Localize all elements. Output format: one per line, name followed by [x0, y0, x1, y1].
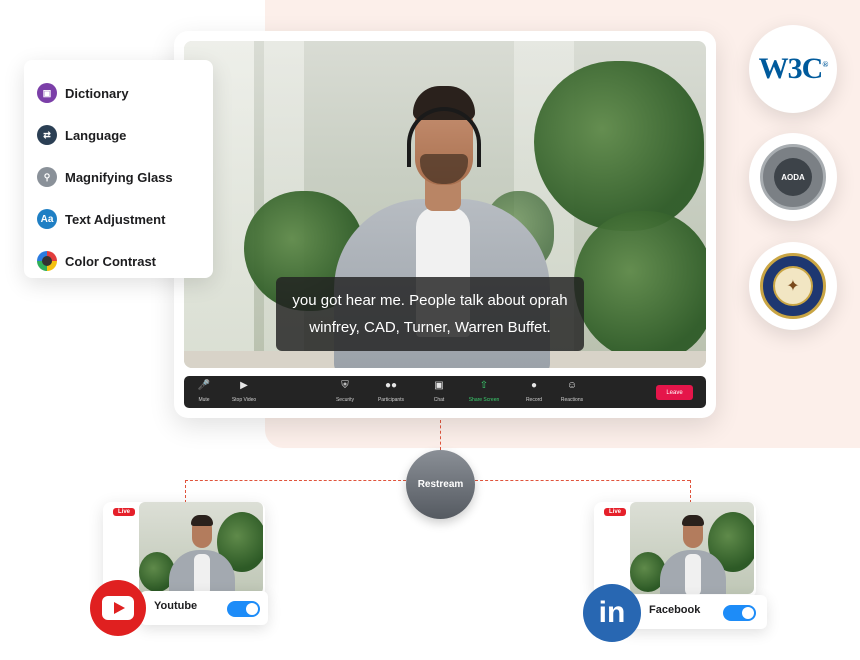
participants-label: Participants — [377, 397, 405, 403]
w3c-badge: W3C® — [749, 25, 837, 113]
video-meeting-window: you got hear me. People talk about oprah… — [174, 31, 716, 418]
shield-icon: ⛨ — [341, 380, 349, 391]
youtube-icon — [90, 580, 146, 636]
security-label: Security — [335, 397, 355, 403]
smiley-icon: ☺ — [566, 380, 578, 391]
live-badge: Live — [113, 508, 136, 516]
connector-line — [185, 480, 186, 503]
camera-icon: ▶ — [240, 380, 248, 391]
menu-item-label: Text Adjustment — [65, 211, 166, 227]
youtube-control-bar: Youtube — [140, 591, 268, 625]
speaker-hair — [191, 515, 213, 526]
stream-thumbnail — [139, 502, 263, 594]
connector-line — [440, 420, 441, 450]
caption-line: winfrey, CAD, Turner, Warren Buffet. — [309, 319, 551, 336]
participants-icon: ●● — [384, 380, 398, 391]
mute-button[interactable]: 🎤 Mute — [184, 380, 224, 403]
w3c-text: W3C — [758, 52, 824, 85]
connector-line — [690, 480, 691, 503]
chat-label: Chat — [433, 397, 445, 403]
w3c-logo: W3C® — [758, 52, 829, 85]
menu-item-label: Color Contrast — [65, 253, 156, 269]
connector-line — [475, 480, 690, 481]
menu-item-text-adjustment[interactable]: Aa Text Adjustment — [37, 198, 213, 240]
speaker-shirt — [194, 554, 210, 594]
reactions-button[interactable]: ☺ Reactions — [552, 380, 592, 403]
chat-button[interactable]: ▣ Chat — [419, 380, 459, 403]
share-screen-button[interactable]: ⇧ Share Screen — [464, 380, 504, 403]
leave-button[interactable]: Leave — [656, 385, 693, 400]
record-label: Record — [525, 397, 543, 403]
doj-badge: ✦ — [749, 242, 837, 330]
stop-video-button[interactable]: ▶ Stop Video — [224, 380, 264, 403]
facebook-toggle[interactable] — [723, 605, 756, 621]
aoda-label: AODA — [774, 158, 812, 196]
connector-line — [185, 480, 406, 481]
mute-label: Mute — [198, 397, 210, 403]
toggle-knob — [246, 603, 258, 615]
menu-item-label: Dictionary — [65, 85, 129, 101]
toggle-knob — [742, 607, 754, 619]
reactions-label: Reactions — [560, 397, 584, 403]
live-caption: you got hear me. People talk about oprah… — [276, 277, 584, 351]
plant — [574, 211, 706, 361]
accessibility-menu: ▣ Dictionary ⇄ Language ⚲ Magnifying Gla… — [24, 60, 213, 278]
youtube-play-icon — [102, 596, 134, 620]
menu-item-label: Magnifying Glass — [65, 169, 173, 185]
speaker-hair — [682, 515, 704, 526]
security-button[interactable]: ⛨ Security — [325, 380, 365, 403]
meeting-toolbar: 🎤 Mute ▶ Stop Video ⛨ Security ●● Partic… — [184, 376, 706, 408]
magnifier-icon: ⚲ — [37, 167, 57, 187]
stop-video-label: Stop Video — [231, 397, 257, 403]
caption-line: you got hear me. People talk about oprah — [292, 292, 568, 309]
restream-button[interactable]: Restream — [406, 450, 475, 519]
video-feed: you got hear me. People talk about oprah… — [184, 41, 706, 368]
facebook-stream-card: Live — [594, 502, 756, 598]
facebook-control-bar: Facebook — [625, 595, 767, 629]
platform-name: Facebook — [649, 604, 701, 616]
menu-item-color-contrast[interactable]: Color Contrast — [37, 240, 213, 282]
menu-item-dictionary[interactable]: ▣ Dictionary — [37, 72, 213, 114]
menu-item-language[interactable]: ⇄ Language — [37, 114, 213, 156]
share-screen-label: Share Screen — [468, 397, 500, 403]
stream-thumbnail — [630, 502, 754, 594]
speaker-shirt — [685, 554, 701, 594]
share-screen-icon: ⇧ — [479, 380, 489, 391]
book-icon: ▣ — [37, 83, 57, 103]
contrast-icon — [37, 251, 57, 271]
linkedin-icon: in — [583, 584, 641, 642]
live-badge: Live — [604, 508, 627, 516]
menu-item-label: Language — [65, 127, 127, 143]
record-button[interactable]: ● Record — [514, 380, 554, 403]
department-of-justice-seal: ✦ — [760, 253, 826, 319]
platform-name: Youtube — [154, 600, 198, 612]
menu-item-magnifying-glass[interactable]: ⚲ Magnifying Glass — [37, 156, 213, 198]
aoda-badge: AODA — [749, 133, 837, 221]
aoda-seal: AODA — [760, 144, 826, 210]
translate-icon: ⇄ — [37, 125, 57, 145]
eagle-icon: ✦ — [773, 266, 813, 306]
record-icon: ● — [530, 380, 538, 391]
participants-button[interactable]: ●● Participants — [371, 380, 411, 403]
youtube-toggle[interactable] — [227, 601, 260, 617]
microphone-icon: 🎤 — [197, 380, 211, 391]
chat-icon: ▣ — [434, 380, 444, 391]
text-size-icon: Aa — [37, 209, 57, 229]
